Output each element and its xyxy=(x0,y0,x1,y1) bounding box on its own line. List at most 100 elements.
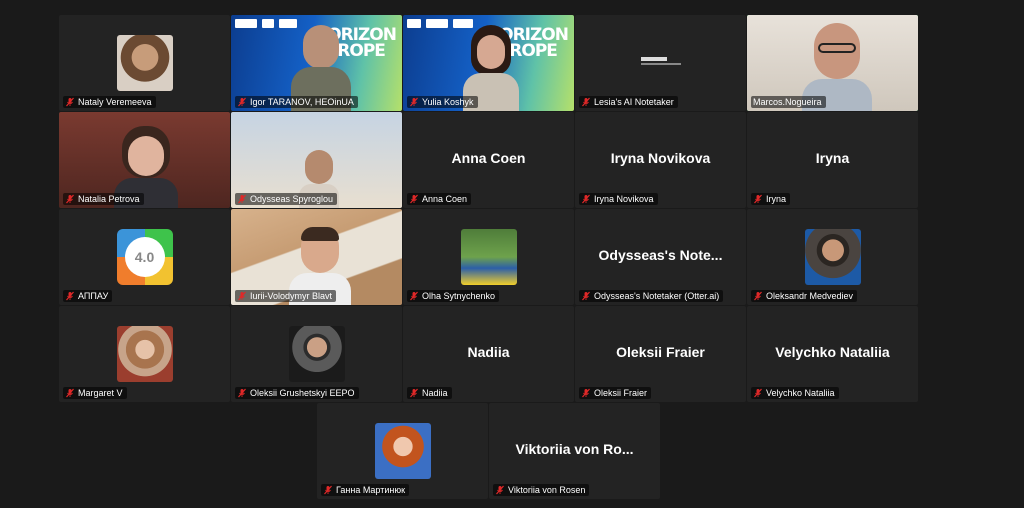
participant-grid: Nataly Veremeeva HORIZON EUROPE Igor TAR… xyxy=(59,15,920,402)
name-tag: Marcos.Nogueira xyxy=(751,96,826,108)
participant-tile[interactable]: Iryna Iryna xyxy=(747,112,918,208)
mic-muted-icon xyxy=(581,388,591,398)
participant-tile[interactable]: Odysseas Spyroglou xyxy=(231,112,402,208)
participant-name: Odysseas Spyroglou xyxy=(250,194,334,204)
participant-display-name: Velychko Nataliia xyxy=(775,344,890,360)
participant-tile[interactable]: HORIZON EUROPE Igor TARANOV, HEOinUA xyxy=(231,15,402,111)
participant-display-name: Odysseas's Note... xyxy=(598,247,723,263)
name-tag: Velychko Nataliia xyxy=(751,387,839,399)
mic-muted-icon xyxy=(753,388,763,398)
name-tag: Viktoriia von Rosen xyxy=(493,484,590,496)
participant-tile[interactable]: Iurii-Volodymyr Blavt xyxy=(231,209,402,305)
avatar xyxy=(804,229,861,285)
name-tag: Ганна Мартинюк xyxy=(321,484,410,496)
participant-name: Oleksii Grushetskyi EEPO xyxy=(250,388,355,398)
avatar xyxy=(116,326,173,382)
avatar xyxy=(374,423,431,479)
mic-muted-icon xyxy=(409,194,419,204)
mic-muted-icon xyxy=(581,97,591,107)
participant-tile[interactable]: Viktoriia von Ro... Viktoriia von Rosen xyxy=(489,403,660,499)
mic-muted-icon xyxy=(237,97,247,107)
mic-muted-icon xyxy=(65,194,75,204)
participant-tile[interactable]: Odysseas's Note... Odysseas's Notetaker … xyxy=(575,209,746,305)
name-tag: Igor TARANOV, HEOinUA xyxy=(235,96,358,108)
name-tag: Odysseas Spyroglou xyxy=(235,193,338,205)
participant-tile[interactable]: Ганна Мартинюк xyxy=(317,403,488,499)
name-tag: Oleksandr Medvediev xyxy=(751,290,858,302)
participant-name: АППАУ xyxy=(78,291,109,301)
name-tag: АППАУ xyxy=(63,290,113,302)
mic-muted-icon xyxy=(495,485,505,495)
mic-muted-icon xyxy=(409,97,419,107)
participant-name: Iryna xyxy=(766,194,787,204)
mic-muted-icon xyxy=(581,194,591,204)
name-tag: Odysseas's Notetaker (Otter.ai) xyxy=(579,290,724,302)
participant-tile[interactable]: 4.0 АППАУ xyxy=(59,209,230,305)
name-tag: Lesia's AI Notetaker xyxy=(579,96,678,108)
avatar xyxy=(288,326,345,382)
notetaker-logo xyxy=(641,57,681,67)
participant-name: Odysseas's Notetaker (Otter.ai) xyxy=(594,291,720,301)
participant-display-name: Viktoriia von Ro... xyxy=(515,441,634,457)
participant-tile[interactable]: Anna Coen Anna Coen xyxy=(403,112,574,208)
participant-tile[interactable]: Margaret V xyxy=(59,306,230,402)
participant-name: Nadiia xyxy=(422,388,448,398)
participant-tile[interactable]: Oleksii Grushetskyi EEPO xyxy=(231,306,402,402)
participant-tile[interactable]: Oleksii Fraier Oleksii Fraier xyxy=(575,306,746,402)
avatar: 4.0 xyxy=(116,229,173,285)
participant-name: Nataly Veremeeva xyxy=(78,97,152,107)
participant-tile[interactable]: Iryna Novikova Iryna Novikova xyxy=(575,112,746,208)
participant-display-name: Oleksii Fraier xyxy=(616,344,705,360)
participant-name: Anna Coen xyxy=(422,194,468,204)
participant-name: Iryna Novikova xyxy=(594,194,654,204)
participant-name: Yulia Koshyk xyxy=(422,97,474,107)
name-tag: Yulia Koshyk xyxy=(407,96,478,108)
participant-name: Viktoriia von Rosen xyxy=(508,485,586,495)
participant-tile[interactable]: Olha Sytnychenko xyxy=(403,209,574,305)
participant-tile[interactable]: Velychko Nataliia Velychko Nataliia xyxy=(747,306,918,402)
name-tag: Anna Coen xyxy=(407,193,472,205)
participant-tile[interactable]: Natalia Petrova xyxy=(59,112,230,208)
name-tag: Margaret V xyxy=(63,387,127,399)
name-tag: Iryna xyxy=(751,193,791,205)
mic-muted-icon xyxy=(237,291,247,301)
name-tag: Iurii-Volodymyr Blavt xyxy=(235,290,337,302)
name-tag: Oleksii Grushetskyi EEPO xyxy=(235,387,359,399)
name-tag: Nataly Veremeeva xyxy=(63,96,156,108)
participant-name: Iurii-Volodymyr Blavt xyxy=(250,291,333,301)
mic-muted-icon xyxy=(65,291,75,301)
participant-tile[interactable]: Lesia's AI Notetaker xyxy=(575,15,746,111)
participant-grid-last-row: Ганна Мартинюк Viktoriia von Ro... Vikto… xyxy=(317,403,660,499)
mic-muted-icon xyxy=(65,97,75,107)
participant-display-name: Anna Coen xyxy=(451,150,526,166)
participant-tile-active-speaker[interactable]: Marcos.Nogueira xyxy=(747,15,918,111)
name-tag: Nadiia xyxy=(407,387,452,399)
avatar xyxy=(460,229,517,285)
participant-name: Lesia's AI Notetaker xyxy=(594,97,674,107)
mic-muted-icon xyxy=(753,194,763,204)
participant-name: Igor TARANOV, HEOinUA xyxy=(250,97,354,107)
participant-display-name: Iryna Novikova xyxy=(610,150,711,166)
name-tag: Olha Sytnychenko xyxy=(407,290,500,302)
participant-name: Oleksandr Medvediev xyxy=(766,291,854,301)
participant-tile[interactable]: HORIZON EUROPE Yulia Koshyk xyxy=(403,15,574,111)
mic-muted-icon xyxy=(65,388,75,398)
participant-tile[interactable]: Nataly Veremeeva xyxy=(59,15,230,111)
participant-name: Margaret V xyxy=(78,388,123,398)
participant-name: Marcos.Nogueira xyxy=(753,97,822,107)
name-tag: Oleksii Fraier xyxy=(579,387,652,399)
mic-muted-icon xyxy=(323,485,333,495)
mic-muted-icon xyxy=(409,388,419,398)
mic-muted-icon xyxy=(237,194,247,204)
participant-tile[interactable]: Nadiia Nadiia xyxy=(403,306,574,402)
participant-name: Olha Sytnychenko xyxy=(422,291,496,301)
mic-muted-icon xyxy=(581,291,591,301)
participant-tile[interactable]: Oleksandr Medvediev xyxy=(747,209,918,305)
participant-display-name: Iryna xyxy=(815,150,850,166)
participant-name: Natalia Petrova xyxy=(78,194,140,204)
name-tag: Iryna Novikova xyxy=(579,193,658,205)
sponsor-logos xyxy=(235,19,297,28)
participant-name: Velychko Nataliia xyxy=(766,388,835,398)
participant-display-name: Nadiia xyxy=(467,344,510,360)
participant-name: Oleksii Fraier xyxy=(594,388,648,398)
